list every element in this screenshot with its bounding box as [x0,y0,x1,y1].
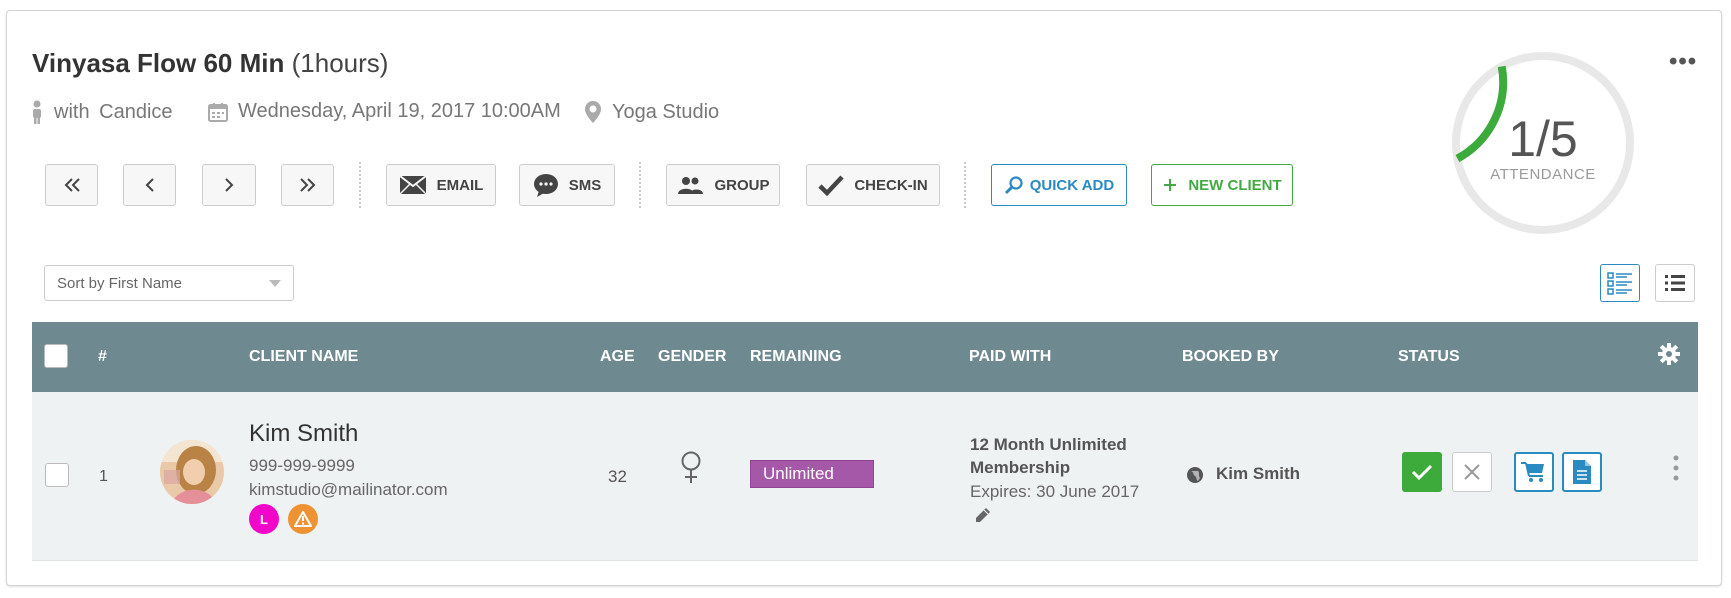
client-email: kimstudio@mailinator.com [249,480,448,499]
edit-pencil-icon[interactable] [974,506,992,529]
checkmark-icon [1411,464,1433,481]
client-phone: 999-999-9999 [249,456,355,475]
attendance-label: ATTENDANCE [1490,166,1596,183]
column-header-paid-with[interactable]: PAID WITH [969,348,1051,366]
new-client-button[interactable]: NEW CLIENT [1151,164,1293,206]
page-title: Vinyasa Flow 60 Min (1hours) [32,48,388,79]
check-in-button-label: CHECK-IN [854,176,928,194]
settings-gear-icon[interactable] [1657,342,1681,371]
membership-expires: Expires: 30 June 2017 [970,482,1140,501]
alert-badge[interactable] [288,504,318,534]
warning-icon [294,511,312,527]
quick-add-label: QUICK ADD [1029,176,1115,194]
checkmark-icon [818,175,844,196]
paid-with-line1[interactable]: 12 Month Unlimited [970,435,1127,455]
last-page-button[interactable] [281,164,334,206]
female-icon [680,450,702,489]
select-all-checkbox[interactable] [44,344,68,368]
toolbar-divider [964,162,966,208]
group-button-label: GROUP [714,176,770,194]
document-icon [1573,460,1591,484]
location-pin-icon [585,101,601,123]
with-label: with [54,100,90,123]
client-name[interactable]: Kim Smith [249,420,358,448]
caret-down-icon [269,280,281,287]
email-button[interactable]: EMAIL [386,164,496,206]
datetime-info: Wednesday, April 19, 2017 10:00AM [208,100,561,123]
globe-icon [1186,466,1204,489]
email-button-label: EMAIL [436,176,484,194]
list-icon [1665,275,1685,291]
checked-in-button[interactable] [1402,452,1442,492]
shopping-cart-icon [1521,462,1544,482]
instructor-name: Candice [99,100,173,123]
row-number: 1 [99,468,108,485]
location-info: Yoga Studio [584,100,719,124]
sort-selected-value: Sort by First Name [57,274,183,292]
sms-button[interactable]: SMS [519,164,615,206]
toolbar-divider [639,162,641,208]
column-header-gender[interactable]: GENDER [658,348,726,366]
row-more-options-icon[interactable] [1672,454,1680,487]
person-icon [33,100,41,124]
class-duration: (1hours) [291,48,389,78]
sort-select[interactable]: Sort by First Name [44,265,294,301]
search-icon [1004,176,1023,195]
double-chevron-left-icon [64,178,80,192]
column-header-remaining[interactable]: REMAINING [750,348,842,366]
first-page-button[interactable] [45,164,98,206]
column-header-number: # [98,348,107,365]
chevron-right-icon [225,178,234,192]
attendance-value: 1/5 [1508,111,1578,167]
calendar-icon [208,102,228,122]
class-location: Yoga Studio [612,100,720,123]
column-header-age[interactable]: AGE [600,348,635,366]
level-badge[interactable]: L [249,504,279,534]
column-header-booked-by[interactable]: BOOKED BY [1182,348,1279,366]
instructor-info: with Candice [30,100,173,124]
toolbar-divider [359,162,361,208]
next-button[interactable] [202,164,256,206]
row-checkbox[interactable] [45,463,69,487]
table-row: 1 Kim Smith 999-999-9999 kimstudio@maili… [32,392,1698,561]
new-client-label: NEW CLIENT [1188,176,1282,194]
detailed-list-view-button[interactable] [1600,264,1640,302]
group-icon [678,177,704,194]
double-chevron-right-icon [299,178,315,192]
class-datetime: Wednesday, April 19, 2017 10:00AM [238,100,561,122]
plus-icon [1164,179,1177,191]
avatar[interactable] [160,440,224,504]
previous-button[interactable] [123,164,176,206]
detailed-list-icon [1607,272,1632,295]
check-in-button[interactable]: CHECK-IN [806,164,940,206]
purchase-button[interactable] [1514,452,1554,492]
column-header-client-name[interactable]: CLIENT NAME [249,348,358,366]
column-header-status[interactable]: STATUS [1398,348,1460,366]
paid-with-line2[interactable]: Membership [970,458,1070,478]
close-icon [1464,464,1480,480]
client-age: 32 [608,467,627,486]
sms-button-label: SMS [568,176,602,194]
compact-list-view-button[interactable] [1655,264,1695,302]
group-button[interactable]: GROUP [666,164,780,206]
client-notes-button[interactable] [1562,452,1602,492]
table-header: # CLIENT NAME AGE GENDER REMAINING PAID … [32,322,1698,392]
more-options-icon[interactable]: ••• [1669,48,1697,76]
chevron-left-icon [145,178,154,192]
class-name: Vinyasa Flow 60 Min [32,48,285,78]
envelope-icon [399,175,427,195]
quick-add-button[interactable]: QUICK ADD [991,164,1127,206]
chat-bubble-icon [533,174,558,197]
cancel-booking-button[interactable] [1452,452,1492,492]
booked-by-name[interactable]: Kim Smith [1216,464,1300,484]
remaining-badge: Unlimited [750,460,874,488]
